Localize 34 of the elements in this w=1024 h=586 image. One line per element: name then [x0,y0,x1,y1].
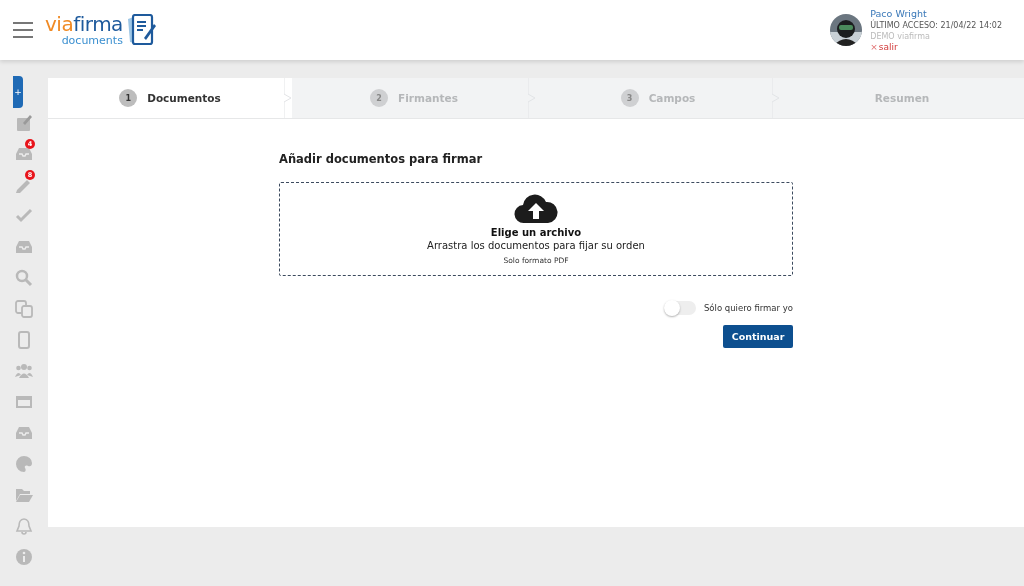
phone-icon[interactable] [15,330,33,349]
logo-text: via [45,14,74,34]
step-label: Campos [648,92,696,104]
step-number: 1 [119,89,138,107]
logo-text: firma [73,14,123,34]
toggle-label: Sólo quiero firmar yo [703,303,793,313]
organization-text: DEMO viafirma [870,31,931,42]
step-number: 3 [620,89,639,107]
section-title: Añadir documentos para firmar [279,152,484,166]
step-label: Documentos [147,92,221,104]
step-number: 2 [370,89,389,107]
close-icon[interactable]: × [870,42,878,53]
sign-icon[interactable] [15,113,33,132]
copy-icon[interactable] [15,299,33,318]
users-icon[interactable] [15,361,33,380]
last-access-text: ÚLTIMO ACCESO: 21/04/22 14:02 [870,20,1002,31]
check-icon[interactable] [15,206,33,225]
bell-icon[interactable] [15,516,33,535]
user-name[interactable]: Paco Wright [870,7,1002,20]
cloud-upload-icon [514,193,558,224]
step-label: Firmantes [398,92,458,104]
info-icon[interactable] [15,547,33,566]
logo-subtitle: documents [61,35,123,46]
continue-button[interactable]: Continuar [723,325,793,348]
logout-link[interactable]: salir [878,42,898,53]
menu-icon[interactable] [13,22,33,38]
new-button[interactable]: + [13,75,23,108]
palette-icon[interactable] [15,454,33,473]
step-label: Resumen [874,92,930,104]
choose-file-text: Elige un archivo [490,226,582,238]
tablet-logo-icon [126,14,157,46]
search-icon[interactable] [15,268,33,287]
toggle-switch[interactable] [663,301,696,315]
drag-hint-text: Arrastra los documentos para fijar su orden [427,239,645,251]
